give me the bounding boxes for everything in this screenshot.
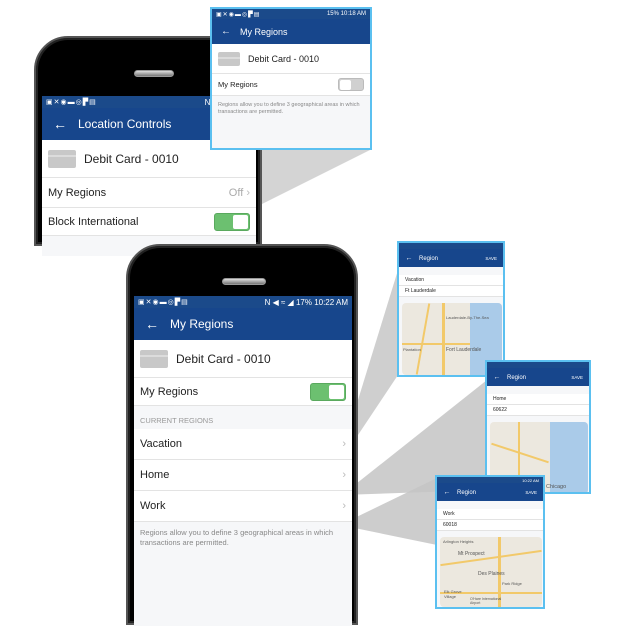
app-bar: ← Region SAVE	[437, 483, 543, 501]
block-international-toggle[interactable]	[214, 212, 250, 231]
app-bar: ← Region SAVE	[399, 249, 503, 267]
region-name-field[interactable]: Vacation	[399, 275, 503, 286]
block-international-row: Block International	[42, 208, 256, 236]
region-map[interactable]: Arlington Heights Mt Prospect Des Plaine…	[440, 537, 542, 607]
region-name-field[interactable]: Home	[487, 394, 589, 405]
my-regions-toggle[interactable]	[310, 382, 346, 401]
page-title: My Regions	[170, 317, 234, 331]
status-bar: ▣✕◉▬◎▛▤ 15% 10:18 AM	[212, 9, 370, 19]
my-regions-value: Off	[228, 186, 244, 199]
page-title: My Regions	[240, 26, 288, 37]
my-regions-toggle[interactable]	[338, 78, 364, 91]
section-header: CURRENT REGIONS	[140, 416, 214, 425]
app-bar: ← Region SAVE	[487, 368, 589, 386]
region-name-field[interactable]: Work	[437, 509, 543, 520]
inset-my-regions-off: ▣✕◉▬◎▛▤ 15% 10:18 AM ← My Regions Debit …	[210, 7, 372, 150]
card-icon	[48, 149, 76, 168]
card-row: Debit Card - 0010	[134, 340, 352, 378]
inset-region-home: ← Region SAVE Home 60622 Chicago	[485, 360, 591, 494]
back-arrow-icon[interactable]: ←	[399, 255, 419, 262]
region-location-field[interactable]: 60018	[437, 520, 543, 531]
chevron-right-icon: ›	[246, 186, 250, 199]
region-row-home[interactable]: Home ›	[134, 460, 352, 491]
save-button[interactable]: SAVE	[525, 490, 537, 495]
back-arrow-icon[interactable]: ←	[437, 489, 457, 496]
chevron-right-icon: ›	[342, 500, 346, 512]
region-row-work[interactable]: Work ›	[134, 491, 352, 522]
card-row: Debit Card - 0010	[212, 44, 370, 74]
back-arrow-icon[interactable]: ←	[42, 116, 78, 132]
regions-note: Regions allow you to define 3 geographic…	[218, 102, 360, 116]
region-location-field[interactable]: 60622	[487, 405, 589, 416]
phone-my-regions: ▣✕◉▬◎▛▤ N ◀ ≈ ◢ 17% 10:22 AM ← My Region…	[126, 244, 358, 626]
app-bar: ← My Regions	[134, 308, 352, 340]
screen-my-regions: ▣✕◉▬◎▛▤ N ◀ ≈ ◢ 17% 10:22 AM ← My Region…	[134, 296, 352, 626]
my-regions-row: My Regions	[134, 378, 352, 406]
back-arrow-icon[interactable]: ←	[134, 316, 170, 332]
inset-region-work: 10:22 AM ← Region SAVE Work 60018 Arlingt…	[435, 475, 545, 609]
save-button[interactable]: SAVE	[571, 375, 583, 380]
chevron-right-icon: ›	[342, 438, 346, 450]
phone-speaker	[134, 70, 174, 77]
card-label: Debit Card - 0010	[84, 151, 179, 166]
back-arrow-icon[interactable]: ←	[212, 26, 240, 37]
card-icon	[140, 349, 168, 368]
save-button[interactable]: SAVE	[485, 256, 497, 261]
chevron-right-icon: ›	[342, 469, 346, 481]
card-icon	[218, 51, 240, 66]
app-bar: ← My Regions	[212, 19, 370, 44]
phone-speaker	[222, 278, 266, 285]
region-location-field[interactable]: Ft Lauderdale	[399, 286, 503, 297]
region-row-vacation[interactable]: Vacation ›	[134, 429, 352, 460]
my-regions-row[interactable]: My Regions Off ›	[42, 178, 256, 208]
page-title: Location Controls	[78, 117, 172, 131]
regions-note: Regions allow you to define 3 geographic…	[140, 528, 334, 547]
inset-region-vacation: ← Region SAVE Vacation Ft Lauderdale Laud…	[397, 241, 505, 377]
status-bar: ▣✕◉▬◎▛▤ N ◀ ≈ ◢ 17% 10:22 AM	[134, 296, 352, 308]
my-regions-row: My Regions	[212, 74, 370, 96]
back-arrow-icon[interactable]: ←	[487, 374, 507, 381]
